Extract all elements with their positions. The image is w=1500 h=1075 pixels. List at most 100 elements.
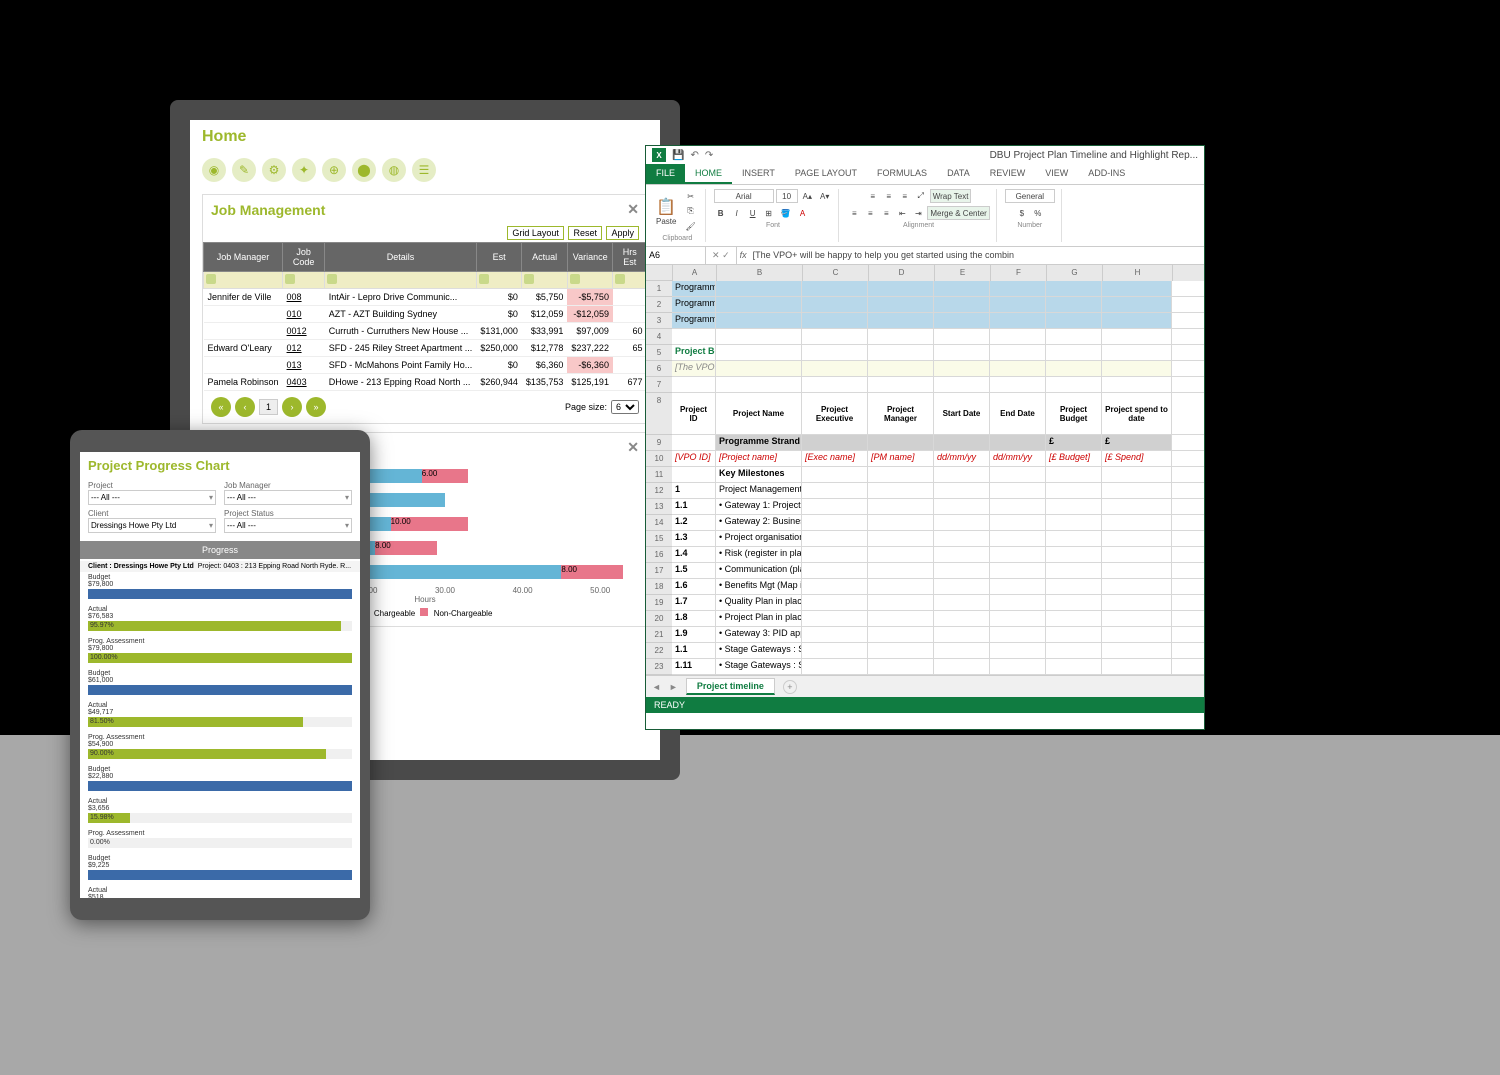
column-header[interactable]: Details: [325, 243, 477, 272]
bold-icon[interactable]: B: [714, 206, 728, 220]
row-header[interactable]: 8: [646, 393, 672, 435]
client-select[interactable]: Dressings Howe Pty Ltd: [88, 518, 216, 533]
wrap-text-button[interactable]: Wrap Text: [930, 189, 972, 203]
row-header[interactable]: 15: [646, 531, 672, 547]
ribbon-tab[interactable]: PAGE LAYOUT: [785, 164, 867, 184]
cancel-formula-icon[interactable]: ✕: [712, 250, 720, 260]
font-color-icon[interactable]: A: [796, 206, 810, 220]
add-sheet-icon[interactable]: +: [783, 680, 797, 694]
reset-button[interactable]: Reset: [568, 226, 602, 240]
align-mid-icon[interactable]: ≡: [882, 189, 896, 203]
filter-cell[interactable]: [204, 272, 283, 289]
status-select[interactable]: --- All ---: [224, 518, 352, 533]
column-header[interactable]: B: [717, 265, 803, 281]
row-header[interactable]: 12: [646, 483, 672, 499]
paste-button[interactable]: Paste: [656, 217, 676, 226]
decrease-font-icon[interactable]: A▾: [817, 189, 832, 203]
orientation-icon[interactable]: ⤢: [914, 189, 928, 203]
sheet-tab[interactable]: Project timeline: [686, 678, 775, 695]
column-header[interactable]: F: [991, 265, 1047, 281]
align-right-icon[interactable]: ≡: [879, 206, 893, 220]
row-header[interactable]: 22: [646, 643, 672, 659]
grid-layout-button[interactable]: Grid Layout: [507, 226, 564, 240]
toolbar-icon[interactable]: ⬤: [352, 158, 376, 182]
pager-next-icon[interactable]: ›: [282, 397, 302, 417]
filter-cell[interactable]: [325, 272, 477, 289]
increase-font-icon[interactable]: A▴: [800, 189, 815, 203]
border-icon[interactable]: ⊞: [762, 206, 776, 220]
font-size-select[interactable]: 10: [776, 189, 798, 203]
column-header[interactable]: Hrs Est: [613, 243, 647, 272]
row-header[interactable]: 4: [646, 329, 672, 345]
indent-inc-icon[interactable]: ⇥: [911, 206, 925, 220]
percent-icon[interactable]: %: [1031, 206, 1045, 220]
ribbon-tab[interactable]: ADD-INS: [1078, 164, 1135, 184]
toolbar-icon[interactable]: ◉: [202, 158, 226, 182]
merge-center-button[interactable]: Merge & Center: [927, 206, 989, 220]
ribbon-tab[interactable]: FILE: [646, 164, 685, 184]
undo-icon[interactable]: ↶: [690, 150, 698, 161]
row-header[interactable]: 23: [646, 659, 672, 675]
ribbon-tab[interactable]: FORMULAS: [867, 164, 937, 184]
row-header[interactable]: 9: [646, 435, 672, 451]
align-center-icon[interactable]: ≡: [863, 206, 877, 220]
italic-icon[interactable]: I: [730, 206, 744, 220]
format-painter-icon[interactable]: 🖌: [682, 219, 698, 233]
column-header[interactable]: Actual: [522, 243, 568, 272]
filter-cell[interactable]: [283, 272, 325, 289]
row-header[interactable]: 17: [646, 563, 672, 579]
ribbon-tab[interactable]: HOME: [685, 164, 732, 184]
toolbar-icon[interactable]: ⊕: [322, 158, 346, 182]
pagesize-select[interactable]: 6: [611, 400, 639, 414]
accept-formula-icon[interactable]: ✓: [722, 250, 730, 260]
row-header[interactable]: 10: [646, 451, 672, 467]
table-row[interactable]: 0012Curruth - Curruthers New House ...$1…: [204, 323, 647, 340]
row-header[interactable]: 3: [646, 313, 672, 329]
jobmgr-select[interactable]: --- All ---: [224, 490, 352, 505]
align-top-icon[interactable]: ≡: [866, 189, 880, 203]
table-row[interactable]: Edward O'Leary012SFD - 245 Riley Street …: [204, 340, 647, 357]
table-row[interactable]: Jennifer de Ville008IntAir - Lepro Drive…: [204, 289, 647, 306]
table-row[interactable]: Pamela Robinson0403DHowe - 213 Epping Ro…: [204, 374, 647, 391]
column-header[interactable]: H: [1103, 265, 1173, 281]
currency-icon[interactable]: $: [1015, 206, 1029, 220]
tab-scroll-right-icon[interactable]: ►: [669, 682, 678, 692]
font-name-select[interactable]: Arial: [714, 189, 774, 203]
cut-icon[interactable]: ✂: [682, 189, 698, 203]
toolbar-icon[interactable]: ◍: [382, 158, 406, 182]
align-bot-icon[interactable]: ≡: [898, 189, 912, 203]
tab-scroll-left-icon[interactable]: ◄: [652, 682, 661, 692]
apply-button[interactable]: Apply: [606, 226, 639, 240]
name-box[interactable]: A6: [646, 247, 706, 264]
row-header[interactable]: 21: [646, 627, 672, 643]
toolbar-icon[interactable]: ✎: [232, 158, 256, 182]
underline-icon[interactable]: U: [746, 206, 760, 220]
pager-prev-icon[interactable]: ‹: [235, 397, 255, 417]
ribbon-tab[interactable]: INSERT: [732, 164, 785, 184]
column-header[interactable]: Job Code: [283, 243, 325, 272]
project-select[interactable]: --- All ---: [88, 490, 216, 505]
row-header[interactable]: 2: [646, 297, 672, 313]
column-header[interactable]: A: [673, 265, 717, 281]
row-header[interactable]: 1: [646, 281, 672, 297]
pager-first-icon[interactable]: «: [211, 397, 231, 417]
indent-dec-icon[interactable]: ⇤: [895, 206, 909, 220]
column-header[interactable]: Est: [476, 243, 522, 272]
pager-last-icon[interactable]: »: [306, 397, 326, 417]
close-icon[interactable]: ✕: [627, 201, 639, 218]
align-left-icon[interactable]: ≡: [847, 206, 861, 220]
row-header[interactable]: 7: [646, 377, 672, 393]
row-header[interactable]: 6: [646, 361, 672, 377]
toolbar-icon[interactable]: ⚙: [262, 158, 286, 182]
toolbar-icon[interactable]: ☰: [412, 158, 436, 182]
row-header[interactable]: 19: [646, 595, 672, 611]
table-row[interactable]: 010AZT - AZT Building Sydney$0$12,059-$1…: [204, 306, 647, 323]
row-header[interactable]: 16: [646, 547, 672, 563]
ribbon-tab[interactable]: VIEW: [1035, 164, 1078, 184]
ribbon-tab[interactable]: REVIEW: [980, 164, 1036, 184]
row-header[interactable]: 13: [646, 499, 672, 515]
filter-cell[interactable]: [567, 272, 613, 289]
number-format-select[interactable]: General: [1005, 189, 1055, 203]
row-header[interactable]: 20: [646, 611, 672, 627]
column-header[interactable]: Job Manager: [204, 243, 283, 272]
